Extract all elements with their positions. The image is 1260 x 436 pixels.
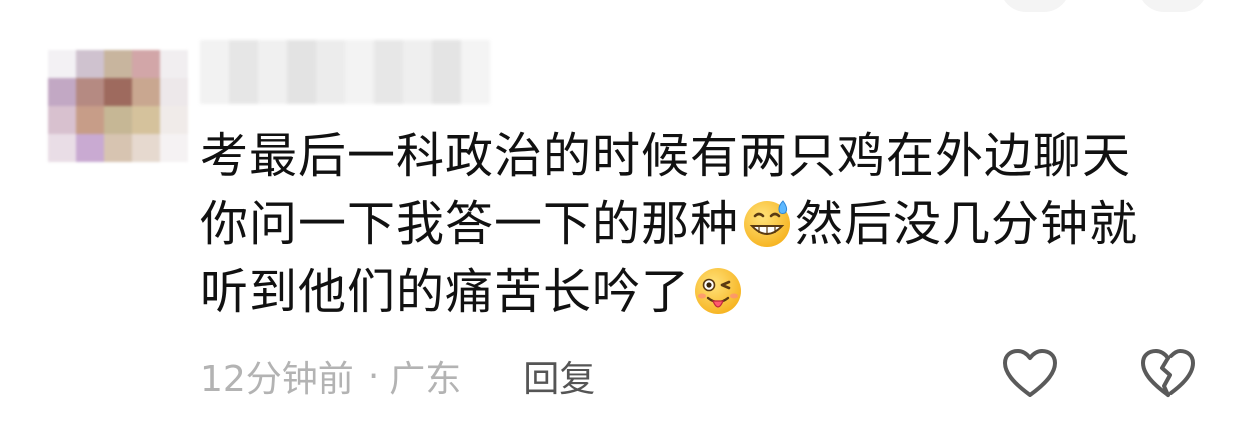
broken-heart-outline-icon bbox=[1141, 349, 1195, 397]
comment-line-3: 听到他们的痛苦长吟了 bbox=[200, 258, 1210, 326]
previous-item-like-fragment bbox=[1000, 0, 1070, 12]
comment-line-2-text-end: 然后没几分钟就 bbox=[795, 196, 1139, 252]
comment-line-2-text-start: 你问一下我答一下的那种 bbox=[200, 196, 740, 252]
comment-line-3-text: 听到他们的痛苦长吟了 bbox=[200, 264, 691, 320]
comment-time: 12分钟前 bbox=[200, 359, 354, 400]
reply-button[interactable]: 回复 bbox=[523, 350, 595, 402]
username[interactable] bbox=[200, 40, 490, 104]
dislike-button[interactable] bbox=[1138, 346, 1198, 402]
sweat-smile-emoji-icon bbox=[744, 200, 791, 247]
previous-item-dislike-fragment bbox=[1138, 0, 1208, 12]
comment-meta: 12分钟前 · 广东 回复 bbox=[200, 350, 595, 402]
comment-text: 考最后一科政治的时候有两只鸡在外边聊天 你问一下我答一下的那种 然后没几分钟就 … bbox=[200, 122, 1210, 326]
comment-line-1-text: 考最后一科政治的时候有两只鸡在外边聊天 bbox=[200, 128, 1132, 184]
meta-separator: · bbox=[367, 355, 380, 397]
heart-outline-icon bbox=[1003, 349, 1057, 397]
winking-tongue-emoji-icon bbox=[695, 268, 742, 314]
avatar[interactable] bbox=[48, 50, 188, 162]
comment-location: 广东 bbox=[389, 359, 462, 400]
comment-line-2: 你问一下我答一下的那种 然后没几分钟就 bbox=[200, 190, 1210, 258]
like-button[interactable] bbox=[1000, 346, 1060, 402]
comment-line-1: 考最后一科政治的时候有两只鸡在外边聊天 bbox=[200, 122, 1210, 190]
